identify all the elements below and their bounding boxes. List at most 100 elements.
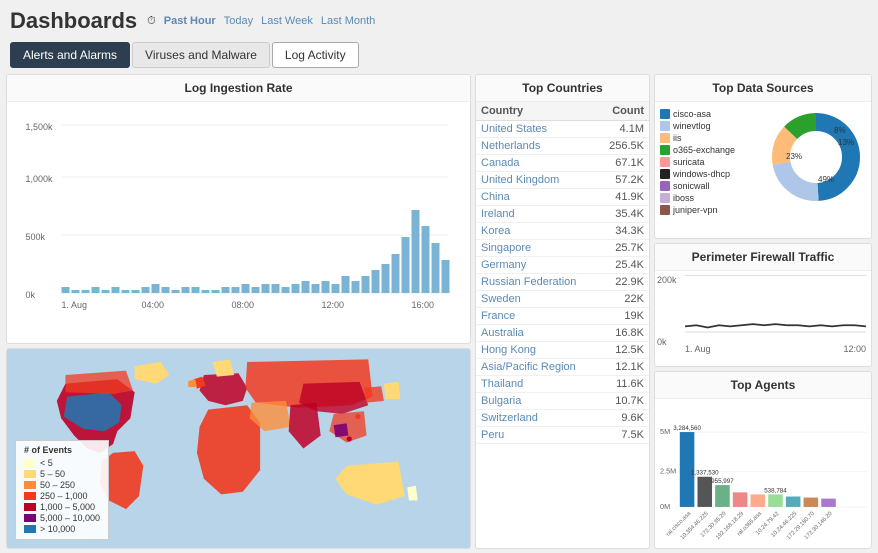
- country-link[interactable]: United Kingdom: [481, 174, 559, 186]
- legend-color-7: [24, 525, 36, 533]
- country-link[interactable]: Australia: [481, 327, 524, 339]
- country-count: 10.7K: [597, 393, 649, 410]
- tab-log-activity[interactable]: Log Activity: [272, 42, 359, 68]
- top-agents-panel: Top Agents 5M 2.5M 0M 3,284,560: [654, 371, 872, 549]
- tab-viruses-malware[interactable]: Viruses and Malware: [132, 42, 270, 68]
- ds-legend-item: suricata: [660, 157, 761, 167]
- country-link[interactable]: China: [481, 191, 510, 203]
- country-link[interactable]: Russian Federation: [481, 276, 576, 288]
- table-row: Russian Federation22.9K: [476, 274, 649, 291]
- header: Dashboards ⏱ Past Hour Today Last Week L…: [0, 0, 878, 38]
- donut-chart: 13% 8% 23% 49%: [766, 107, 866, 207]
- table-row: Canada67.1K: [476, 155, 649, 172]
- ds-label: cisco-asa: [673, 109, 711, 119]
- country-count: 22K: [597, 291, 649, 308]
- ds-legend-item: windows-dhcp: [660, 169, 761, 179]
- time-last-month[interactable]: Last Month: [321, 15, 375, 27]
- table-row: Asia/Pacific Region 12.1K: [476, 359, 649, 376]
- bar-chart-svg: 1,500k 1,000k 500k 0k: [15, 110, 462, 330]
- legend-label-4: 250 – 1,000: [40, 491, 88, 501]
- map-panel: # of Events < 5 5 – 50 50 – 250 250 – 1,…: [6, 348, 471, 549]
- ds-color-swatch: [660, 109, 670, 119]
- country-count: 12.1K: [597, 359, 649, 376]
- countries-scroll[interactable]: Country Count United States 4.1M Netherlan…: [476, 102, 649, 543]
- country-link[interactable]: Korea: [481, 225, 510, 237]
- page-title: Dashboards: [10, 8, 137, 34]
- perimeter-chart: [685, 275, 866, 344]
- clock-icon: ⏱: [147, 15, 156, 28]
- p-x-12: 12:00: [843, 344, 866, 354]
- legend-color-2: [24, 470, 36, 478]
- col-country: Country: [476, 102, 597, 121]
- time-past-hour[interactable]: Past Hour: [164, 15, 216, 27]
- country-link[interactable]: Singapore: [481, 242, 531, 254]
- agents-title: Top Agents: [655, 372, 871, 399]
- table-row: Singapore25.7K: [476, 240, 649, 257]
- right-column: Top Data Sources cisco-asawinevtlogiiso3…: [654, 74, 872, 549]
- country-link[interactable]: Sweden: [481, 293, 521, 305]
- legend-label-1: < 5: [40, 458, 53, 468]
- datasources-title: Top Data Sources: [655, 75, 871, 102]
- legend-color-6: [24, 514, 36, 522]
- perimeter-x-axis: 1. Aug 12:00: [685, 344, 866, 354]
- main-content: Log Ingestion Rate 1,500k 1,000k 500k 0k: [0, 72, 878, 553]
- country-link[interactable]: Thailand: [481, 378, 523, 390]
- legend-item-5: 1,000 – 5,000: [24, 502, 100, 512]
- datasources-panel: Top Data Sources cisco-asawinevtlogiiso3…: [654, 74, 872, 239]
- country-link[interactable]: Netherlands: [481, 140, 540, 152]
- country-link[interactable]: Asia/Pacific Region: [481, 361, 576, 373]
- svg-text:0k: 0k: [26, 290, 36, 300]
- legend-item-7: > 10,000: [24, 524, 100, 534]
- country-link[interactable]: Germany: [481, 259, 526, 271]
- legend-title: # of Events: [24, 445, 100, 455]
- ds-legend-item: iboss: [660, 193, 761, 203]
- table-row: Korea34.3K: [476, 223, 649, 240]
- svg-text:13%: 13%: [838, 138, 854, 147]
- ds-color-swatch: [660, 133, 670, 143]
- ds-label: suricata: [673, 157, 705, 167]
- ds-legend-item: cisco-asa: [660, 109, 761, 119]
- log-ingestion-panel: Log Ingestion Rate 1,500k 1,000k 500k 0k: [6, 74, 471, 344]
- time-filters: ⏱ Past Hour Today Last Week Last Month: [147, 15, 375, 28]
- table-row: Peru 7.5K: [476, 427, 649, 444]
- nav-tabs: Alerts and Alarms Viruses and Malware Lo…: [0, 38, 878, 72]
- ds-color-swatch: [660, 121, 670, 131]
- col-count: Count: [597, 102, 649, 121]
- country-link[interactable]: France: [481, 310, 515, 322]
- table-row: United Kingdom57.2K: [476, 172, 649, 189]
- country-count: 9.6K: [597, 410, 649, 427]
- country-count: 12.5K: [597, 342, 649, 359]
- svg-text:955,997: 955,997: [711, 478, 734, 485]
- legend-label-2: 5 – 50: [40, 469, 65, 479]
- country-link[interactable]: Canada: [481, 157, 520, 169]
- country-count: 256.5K: [597, 138, 649, 155]
- datasources-legend: cisco-asawinevtlogiiso365-exchangesurica…: [660, 107, 761, 228]
- table-row: Ireland35.4K: [476, 206, 649, 223]
- ds-legend-item: winevtlog: [660, 121, 761, 131]
- ds-label: o365-exchange: [673, 145, 735, 155]
- ds-color-swatch: [660, 157, 670, 167]
- country-link[interactable]: Switzerland: [481, 412, 538, 424]
- legend-label-3: 50 – 250: [40, 480, 75, 490]
- svg-text:08:00: 08:00: [232, 300, 255, 310]
- svg-text:16:00: 16:00: [412, 300, 435, 310]
- country-link[interactable]: Ireland: [481, 208, 515, 220]
- country-link[interactable]: Hong Kong: [481, 344, 536, 356]
- table-row: Bulgaria 10.7K: [476, 393, 649, 410]
- country-count: 7.5K: [597, 427, 649, 444]
- country-count: 4.1M: [597, 121, 649, 138]
- svg-text:23%: 23%: [786, 152, 802, 161]
- time-last-week[interactable]: Last Week: [261, 15, 313, 27]
- country-count: 19K: [597, 308, 649, 325]
- table-row: France 19K: [476, 308, 649, 325]
- perimeter-firewall-panel: Perimeter Firewall Traffic 200k 0k 1. Au…: [654, 243, 872, 367]
- time-today[interactable]: Today: [224, 15, 253, 27]
- ds-color-swatch: [660, 169, 670, 179]
- table-row: Thailand11.6K: [476, 376, 649, 393]
- tab-alerts-alarms[interactable]: Alerts and Alarms: [10, 42, 130, 68]
- ds-label: windows-dhcp: [673, 169, 730, 179]
- country-count: 16.8K: [597, 325, 649, 342]
- country-link[interactable]: United States: [481, 123, 547, 135]
- country-link[interactable]: Peru: [481, 429, 504, 441]
- country-link[interactable]: Bulgaria: [481, 395, 521, 407]
